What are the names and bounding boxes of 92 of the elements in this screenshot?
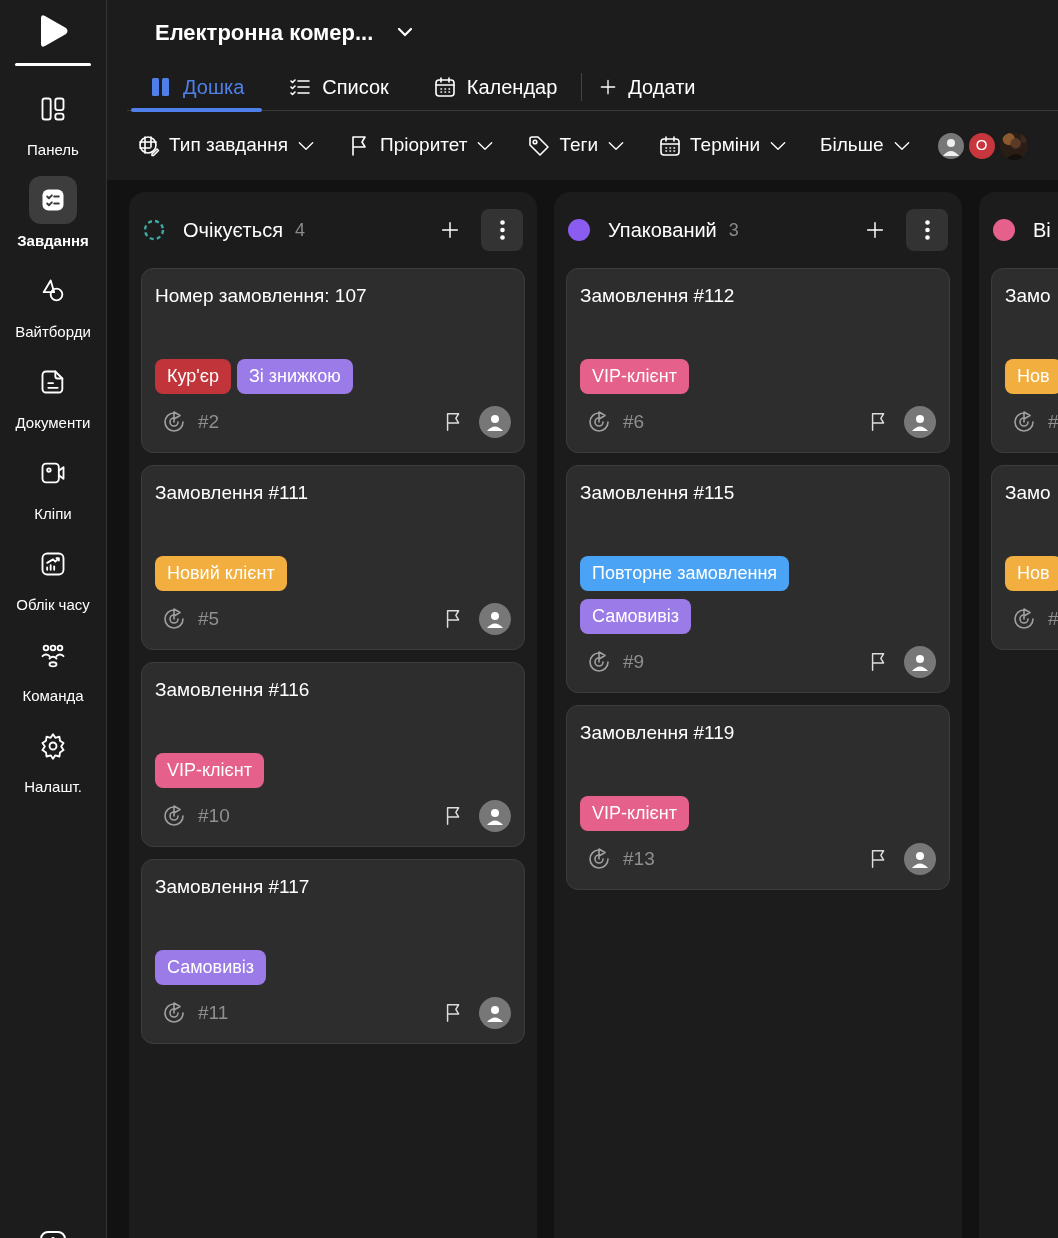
task-card[interactable]: Замовлення #111 Новий клієнт #5: [141, 465, 525, 650]
filter-dropdown[interactable]: Тип завдання: [137, 131, 317, 160]
filter-dropdown[interactable]: Терміни: [658, 131, 789, 160]
tag: VIP-клієнт: [155, 753, 264, 788]
card-title: Замовлення #117: [155, 875, 311, 899]
subtask-icon: [587, 847, 611, 871]
subtask-icon: [587, 410, 611, 434]
tag: VIP-клієнт: [580, 796, 689, 831]
view-tab[interactable]: Дошка: [127, 64, 267, 110]
filter-dropdown[interactable]: Більше: [820, 131, 912, 160]
plus-icon[interactable]: [439, 219, 461, 241]
card-title: Замовлення #115: [580, 481, 736, 505]
sidebar-item[interactable]: Документи: [0, 358, 107, 432]
task-card[interactable]: Замовлення #112 VIP-клієнт #6: [566, 268, 950, 453]
assignee-avatar[interactable]: [479, 800, 511, 832]
chevron-down-icon[interactable]: [397, 27, 414, 37]
subtask-icon: [587, 650, 611, 674]
tag: Нов: [1005, 359, 1058, 394]
tag: Новий клієнт: [155, 556, 287, 591]
assignee-avatar[interactable]: [479, 997, 511, 1029]
sidebar-item[interactable]: Облік часу: [0, 540, 107, 614]
sidebar-item[interactable]: Завдання: [0, 176, 107, 250]
sidebar-item[interactable]: Вайтборди: [0, 267, 107, 341]
task-number: #2: [198, 409, 220, 434]
filter-dropdown[interactable]: Пріоритет: [348, 131, 496, 160]
task-card[interactable]: Замовлення #117 Самовивіз #11: [141, 859, 525, 1044]
task-number: #6: [623, 409, 645, 434]
user-avatar[interactable]: O: [966, 130, 997, 161]
view-tab[interactable]: Календар: [410, 64, 580, 110]
more-button[interactable]: [906, 209, 948, 251]
tag: VIP-клієнт: [580, 359, 689, 394]
assignee-avatar[interactable]: [479, 603, 511, 635]
column-title: Упакований: [608, 218, 717, 243]
sidebar-item[interactable]: Команда: [0, 631, 107, 705]
sidebar-item[interactable]: Налашт.: [0, 722, 107, 796]
subtask-icon: [1012, 607, 1036, 631]
card-title: Замовлення #112: [580, 284, 736, 308]
subtask-icon: [162, 410, 186, 434]
task-number: #13: [623, 846, 655, 871]
assignee-avatar[interactable]: [904, 843, 936, 875]
column-title: Ві: [1033, 218, 1051, 243]
column-title: Очікується: [183, 218, 283, 243]
task-number: #10: [198, 803, 230, 828]
card-title: Номер замовлення: 107: [155, 284, 368, 308]
filter-dropdown[interactable]: Теги: [527, 131, 627, 160]
card-title: Замовлення #119: [580, 721, 736, 745]
assignee-avatar[interactable]: [904, 406, 936, 438]
grid-icon: [137, 133, 161, 158]
project-title: Електронна комер...: [155, 18, 374, 47]
assignee-avatar[interactable]: [904, 646, 936, 678]
kebab-icon: [924, 220, 930, 240]
task-number: #5: [198, 606, 220, 631]
tag: Повторне замовлення: [580, 556, 790, 591]
plus-icon[interactable]: [864, 219, 886, 241]
task-card[interactable]: Замо Нов #: [991, 268, 1058, 453]
column-count: 4: [295, 218, 306, 242]
task-card[interactable]: Замо Нов #: [991, 465, 1058, 650]
tag: Самовивіз: [580, 599, 692, 634]
tag: Зі знижкою: [236, 359, 353, 394]
task-number: #: [1048, 409, 1058, 434]
calendar-icon: [658, 133, 683, 158]
column-count: 3: [728, 218, 739, 242]
task-number: #9: [623, 649, 645, 674]
subtask-icon: [162, 607, 186, 631]
calendar-icon: [432, 75, 457, 99]
task-card[interactable]: Замовлення #115 Повторне замовлення Самовивіз #9: [566, 465, 950, 693]
task-number: #: [1048, 606, 1058, 631]
settings-icon: [39, 732, 67, 760]
sidebar-item[interactable]: Панель: [0, 85, 107, 159]
tag: Самовивіз: [155, 950, 267, 985]
view-tab[interactable]: Список: [266, 64, 411, 110]
tag: Кур'єр: [155, 359, 231, 394]
task-card[interactable]: Номер замовлення: 107 Кур'єр Зі знижкою #2: [141, 268, 525, 453]
assignee-avatar[interactable]: [479, 406, 511, 438]
card-title: Замовлення #111: [155, 481, 309, 505]
task-number: #11: [198, 1000, 229, 1025]
card-title: Замо: [1005, 284, 1052, 308]
kebab-icon: [499, 220, 505, 240]
dashboard-icon: [39, 95, 67, 123]
card-title: Замовлення #116: [155, 678, 311, 702]
task-card[interactable]: Замовлення #116 VIP-клієнт #10: [141, 662, 525, 847]
subtask-icon: [162, 804, 186, 828]
tag: Нов: [1005, 556, 1058, 591]
subtask-icon: [1012, 410, 1036, 434]
card-title: Замо: [1005, 481, 1052, 505]
tag-icon: [527, 133, 552, 158]
sidebar-item[interactable]: Кліпи: [0, 449, 107, 523]
subtask-icon: [162, 1001, 186, 1025]
chart-icon: [39, 550, 67, 578]
add-view-button[interactable]: Додати: [584, 64, 710, 110]
task-card[interactable]: Замовлення #119 VIP-клієнт #13: [566, 705, 950, 890]
more-button[interactable]: [481, 209, 523, 251]
